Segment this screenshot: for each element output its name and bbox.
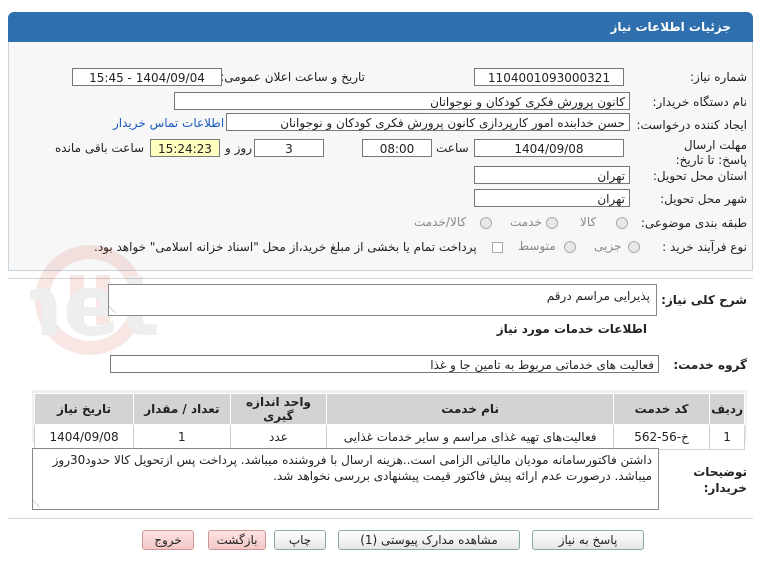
- category-option-goods: کالا: [580, 215, 597, 229]
- treasury-note: پرداخت تمام یا بخشی از مبلغ خرید،از محل …: [94, 240, 477, 254]
- page-header: جزئیات اطلاعات نیاز: [8, 12, 753, 42]
- buyer-notes-label: توضیحات خریدار:: [693, 464, 747, 496]
- table-row: 1 خ-56-562 فعالیت‌های تهیه غذای مراسم و …: [33, 424, 745, 450]
- print-button[interactable]: چاپ: [274, 530, 326, 550]
- buyer-org-label: نام دستگاه خریدار:: [652, 95, 748, 109]
- cell-service-code: خ-56-562: [612, 424, 711, 450]
- col-service-code: کد خدمت: [612, 393, 711, 425]
- buyer-notes-text: داشتن فاکتورسامانه مودیان مالیاتی الزامی…: [52, 453, 652, 483]
- province-field: تهران: [474, 166, 630, 184]
- buyer-notes-label-line2: خریدار:: [703, 481, 747, 495]
- announce-field: 1404/09/04 - 15:45: [72, 68, 222, 86]
- category-radio-service[interactable]: [546, 217, 558, 229]
- category-radio-goods[interactable]: [616, 217, 628, 229]
- category-option-service: خدمت: [510, 215, 542, 229]
- cell-row-number: 1: [709, 424, 745, 450]
- service-group-label: گروه خدمت:: [673, 358, 747, 372]
- deadline-time-field: 08:00: [362, 139, 432, 157]
- col-row-number: ردیف: [709, 393, 745, 425]
- category-option-goods-service: کالا/خدمت: [414, 215, 467, 229]
- divider: [8, 278, 753, 279]
- cell-service-name: فعالیت‌های تهیه غذای مراسم و سایر خدمات …: [326, 424, 614, 450]
- need-number-field: 1104001093000321: [474, 68, 624, 86]
- remaining-label: ساعت باقی مانده: [55, 141, 145, 155]
- reply-button[interactable]: پاسخ به نیاز: [532, 530, 644, 550]
- table-header-row: ردیف کد خدمت نام خدمت واحد اندازه گیری ت…: [33, 393, 745, 425]
- category-label: طبقه بندی موضوعی:: [640, 216, 747, 230]
- buyer-contact-link[interactable]: اطلاعات تماس خریدار: [113, 116, 224, 130]
- cell-unit: عدد: [229, 424, 328, 450]
- days-field: 3: [254, 139, 324, 157]
- deadline-date-field: 1404/09/08: [474, 139, 624, 157]
- exit-button[interactable]: خروج: [142, 530, 194, 550]
- treasury-checkbox[interactable]: [492, 242, 503, 253]
- resize-handle-icon[interactable]: [33, 499, 48, 507]
- divider: [8, 518, 753, 519]
- requester-field: حسن خدابنده امور کارپردازی کانون پرورش ف…: [226, 113, 630, 131]
- col-need-date: تاریخ نیاز: [33, 393, 135, 425]
- city-field: تهران: [474, 189, 630, 207]
- buyer-notes-label-line1: توضیحات: [693, 465, 747, 479]
- page-title: جزئیات اطلاعات نیاز: [610, 20, 731, 34]
- services-section-title: اطلاعات خدمات مورد نیاز: [496, 322, 647, 336]
- summary-label: شرح کلی نیاز:: [661, 293, 747, 307]
- deadline-label: مهلت ارسال پاسخ: تا تاریخ:: [675, 138, 747, 167]
- process-label: نوع فرآیند خرید :: [662, 240, 747, 254]
- requester-label: ایجاد کننده درخواست:: [636, 118, 747, 132]
- category-radio-goods-service[interactable]: [480, 217, 492, 229]
- cell-need-date: 1404/09/08: [33, 424, 135, 450]
- province-label: استان محل تحویل:: [652, 169, 747, 183]
- back-button[interactable]: بازگشت: [208, 530, 266, 550]
- services-table: ردیف کد خدمت نام خدمت واحد اندازه گیری ت…: [33, 393, 745, 450]
- attachments-button[interactable]: مشاهده مدارک پیوستی (1): [338, 530, 520, 550]
- process-radio-minor[interactable]: [628, 241, 640, 253]
- remaining-time-field: 15:24:23: [150, 139, 220, 157]
- summary-text: پذیرایی مراسم درقم: [546, 289, 650, 303]
- buyer-org-field: کانون پرورش فکری کودکان و نوجوانان: [174, 92, 630, 110]
- process-option-medium: متوسط: [518, 239, 556, 253]
- city-label: شهر محل تحویل:: [660, 192, 747, 206]
- time-label: ساعت: [436, 141, 469, 155]
- col-quantity: تعداد / مقدار: [133, 393, 231, 425]
- process-radio-medium[interactable]: [564, 241, 576, 253]
- buyer-notes-textarea[interactable]: داشتن فاکتورسامانه مودیان مالیاتی الزامی…: [32, 448, 659, 510]
- need-number-label: شماره نیاز:: [690, 70, 747, 84]
- day-and-label: روز و: [225, 141, 252, 155]
- resize-handle-icon[interactable]: [109, 305, 124, 313]
- col-service-name: نام خدمت: [326, 393, 614, 425]
- cell-quantity: 1: [133, 424, 231, 450]
- service-group-field: فعالیت های خدماتی مربوط به تامین جا و غذ…: [110, 355, 659, 373]
- process-option-minor: جزیی: [594, 239, 622, 253]
- col-unit: واحد اندازه گیری: [229, 393, 328, 425]
- announce-label: تاریخ و ساعت اعلان عمومی:: [220, 70, 365, 84]
- summary-textarea[interactable]: پذیرایی مراسم درقم: [108, 284, 657, 316]
